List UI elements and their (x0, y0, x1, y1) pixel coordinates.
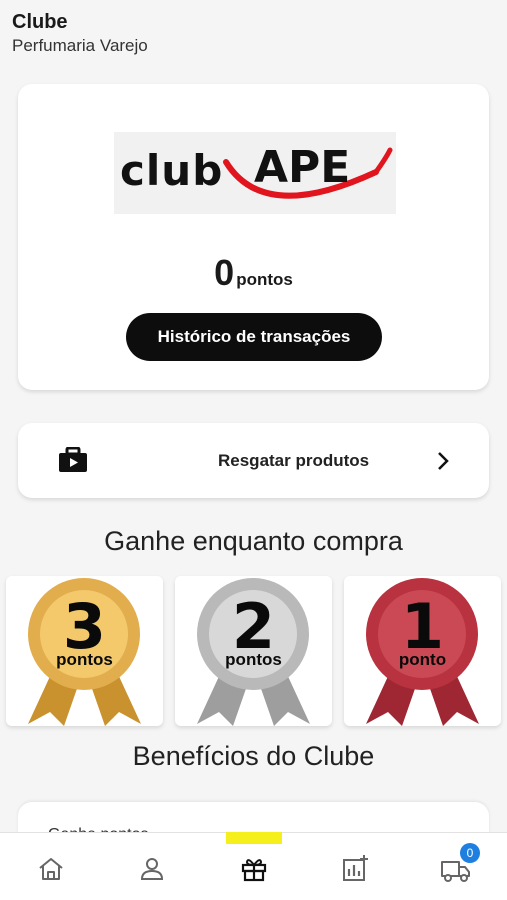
medal-card-3-points: 3 pontos (6, 576, 163, 726)
reports-icon[interactable] (337, 851, 373, 887)
header: Clube Perfumaria Varejo (12, 10, 148, 58)
medal-unit: ponto (398, 650, 447, 669)
home-icon[interactable] (33, 851, 69, 887)
cart-count-badge: 0 (460, 843, 480, 863)
transaction-history-button[interactable]: Histórico de transações (126, 313, 382, 361)
points-value: 0 (214, 252, 235, 293)
medal-card-1-point: 1 ponto (344, 576, 501, 726)
bottom-navigation: 0 (0, 832, 507, 900)
points-display: 0 pontos (18, 252, 489, 294)
profile-icon[interactable] (134, 851, 170, 887)
briefcase-icon (59, 447, 87, 472)
redeem-products-label: Resgatar produtos (218, 451, 370, 470)
club-card: club APE 0 pontos Histórico de transações (18, 84, 489, 390)
medal-unit: pontos (56, 650, 113, 669)
club-logo: club APE (114, 132, 396, 214)
chevron-right-icon (438, 452, 449, 470)
medal-card-2-points: 2 pontos (175, 576, 332, 726)
medal-unit: pontos (225, 650, 282, 669)
gift-icon[interactable] (236, 851, 272, 887)
page-subtitle: Perfumaria Varejo (12, 36, 148, 55)
benefits-section-title: Benefícios do Clube (132, 741, 375, 771)
logo-ape-text: APE (254, 142, 351, 193)
redeem-products-row[interactable]: Resgatar produtos (18, 423, 489, 498)
delivery-cart-button[interactable]: 0 (438, 843, 480, 887)
page-title: Clube (12, 11, 68, 33)
earn-section-title: Ganhe enquanto compra (104, 526, 403, 556)
nav-active-indicator (226, 832, 282, 844)
points-unit: pontos (236, 270, 293, 289)
